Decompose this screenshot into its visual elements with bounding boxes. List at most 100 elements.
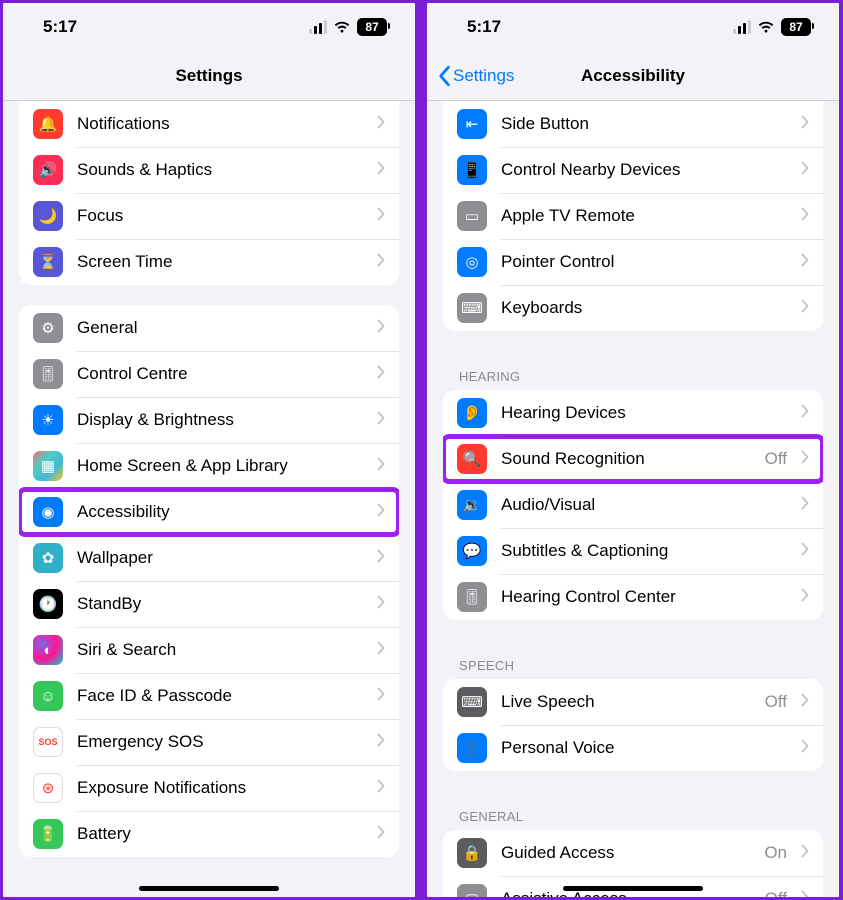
home-indicator[interactable]	[563, 886, 703, 891]
settings-row[interactable]: 🔍Sound RecognitionOff	[443, 436, 823, 482]
row-label: Apple TV Remote	[501, 206, 787, 226]
chevron-right-icon	[801, 161, 809, 180]
row-label: General	[77, 318, 363, 338]
chevron-right-icon	[801, 542, 809, 561]
chevron-right-icon	[377, 641, 385, 660]
settings-row[interactable]: ⏳Screen Time	[19, 239, 399, 285]
row-label: Exposure Notifications	[77, 778, 363, 798]
settings-row[interactable]: ⊛Exposure Notifications	[19, 765, 399, 811]
grid-icon: ▦	[33, 451, 63, 481]
row-value: Off	[765, 449, 787, 469]
sos-icon: SOS	[33, 727, 63, 757]
row-label: Siri & Search	[77, 640, 363, 660]
hourglass-icon: ⏳	[33, 247, 63, 277]
settings-row[interactable]: 💬Subtitles & Captioning	[443, 528, 823, 574]
status-time: 5:17	[467, 17, 501, 37]
chevron-right-icon	[801, 890, 809, 898]
chevron-right-icon	[801, 496, 809, 515]
group-speech: ⌨︎Live SpeechOff 👤 Personal Voice	[443, 679, 823, 771]
row-label: Control Nearby Devices	[501, 160, 787, 180]
settings-row[interactable]: ⌨︎Live SpeechOff	[443, 679, 823, 725]
row-label: Wallpaper	[77, 548, 363, 568]
chevron-right-icon	[377, 733, 385, 752]
chevron-right-icon	[801, 739, 809, 758]
chevron-right-icon	[377, 365, 385, 384]
home-indicator[interactable]	[139, 886, 279, 891]
back-button[interactable]: Settings	[437, 65, 514, 87]
section-speech: Speech	[427, 640, 839, 679]
row-label: Personal Voice	[501, 738, 787, 758]
settings-row[interactable]: 🌙Focus	[19, 193, 399, 239]
settings-row[interactable]: ✿ Wallpaper	[19, 535, 399, 581]
settings-row[interactable]: ▭ Apple TV Remote	[443, 193, 823, 239]
settings-row[interactable]: 🔊Sounds & Haptics	[19, 147, 399, 193]
soundrec-icon: 🔍	[457, 444, 487, 474]
row-label: Hearing Devices	[501, 403, 787, 423]
settings-row[interactable]: ☀︎Display & Brightness	[19, 397, 399, 443]
row-value: On	[764, 843, 787, 863]
settings-row[interactable]: ◉Accessibility	[19, 489, 399, 535]
settings-row[interactable]: 🎚Hearing Control Center	[443, 574, 823, 620]
accessibility-screen: 5:17 87 Settings Accessibility ⇤Side But…	[424, 0, 842, 900]
row-label: Audio/Visual	[501, 495, 787, 515]
settings-list[interactable]: 🔔Notifications🔊Sounds & Haptics🌙Focus⏳Sc…	[3, 101, 415, 897]
row-label: Guided Access	[501, 843, 750, 863]
bell-icon: 🔔	[33, 109, 63, 139]
chevron-right-icon	[377, 595, 385, 614]
page-title: Accessibility	[581, 66, 685, 86]
settings-row[interactable]: ◎ Pointer Control	[443, 239, 823, 285]
chevron-right-icon	[801, 450, 809, 469]
chevron-right-icon	[801, 404, 809, 423]
settings-row[interactable]: 🔔Notifications	[19, 101, 399, 147]
row-label: Emergency SOS	[77, 732, 363, 752]
settings-row[interactable]: ☺︎Face ID & Passcode	[19, 673, 399, 719]
pointer-icon: ◎	[457, 247, 487, 277]
nav-bar: Settings	[3, 51, 415, 101]
remote-icon: ▭	[457, 201, 487, 231]
settings-row[interactable]: 🔉 Audio/Visual	[443, 482, 823, 528]
settings-row[interactable]: 📱Control Nearby Devices	[443, 147, 823, 193]
group-general: ⚙︎ General 🎚Control Centre☀︎Display & Brig…	[19, 305, 399, 857]
row-label: Pointer Control	[501, 252, 787, 272]
guided-icon: 🔒	[457, 838, 487, 868]
settings-row[interactable]: ▦ Home Screen & App Library	[19, 443, 399, 489]
chevron-right-icon	[801, 693, 809, 712]
gear-icon: ⚙︎	[33, 313, 63, 343]
settings-row[interactable]: 🔒 Guided Access On	[443, 830, 823, 876]
settings-row[interactable]: ⚙︎ General	[19, 305, 399, 351]
moon-icon: 🌙	[33, 201, 63, 231]
settings-row[interactable]: 🕐StandBy	[19, 581, 399, 627]
row-value: Off	[765, 889, 787, 897]
flower-icon: ✿	[33, 543, 63, 573]
personalvoice-icon: 👤	[457, 733, 487, 763]
settings-row[interactable]: 👤 Personal Voice	[443, 725, 823, 771]
status-time: 5:17	[43, 17, 77, 37]
switches-icon: 🎚	[33, 359, 63, 389]
settings-row[interactable]: 🔋Battery	[19, 811, 399, 857]
row-label: Sounds & Haptics	[77, 160, 363, 180]
settings-screen: 5:17 87 Settings 🔔Notifications🔊Sounds &…	[0, 0, 418, 900]
battery-icon: 87	[781, 18, 811, 36]
settings-row[interactable]: 🎚Control Centre	[19, 351, 399, 397]
chevron-right-icon	[377, 319, 385, 338]
sidebutton-icon: ⇤	[457, 109, 487, 139]
row-label: Home Screen & App Library	[77, 456, 363, 476]
hearingcenter-icon: 🎚	[457, 582, 487, 612]
settings-row[interactable]: ⇤Side Button	[443, 101, 823, 147]
accessibility-list[interactable]: ⇤Side Button📱Control Nearby Devices ▭ Appl…	[427, 101, 839, 897]
chevron-right-icon	[801, 253, 809, 272]
settings-row[interactable]: ◐Siri & Search	[19, 627, 399, 673]
audiovisual-icon: 🔉	[457, 490, 487, 520]
settings-row[interactable]: ⌨︎Keyboards	[443, 285, 823, 331]
assistive-icon: ▢	[457, 884, 487, 897]
row-label: Keyboards	[501, 298, 787, 318]
subtitles-icon: 💬	[457, 536, 487, 566]
section-hearing: Hearing	[427, 351, 839, 390]
settings-row[interactable]: SOS Emergency SOS	[19, 719, 399, 765]
brightness-icon: ☀︎	[33, 405, 63, 435]
chevron-right-icon	[801, 588, 809, 607]
cellular-icon	[309, 20, 327, 34]
chevron-right-icon	[377, 253, 385, 272]
settings-row[interactable]: 👂Hearing Devices	[443, 390, 823, 436]
chevron-right-icon	[801, 299, 809, 318]
